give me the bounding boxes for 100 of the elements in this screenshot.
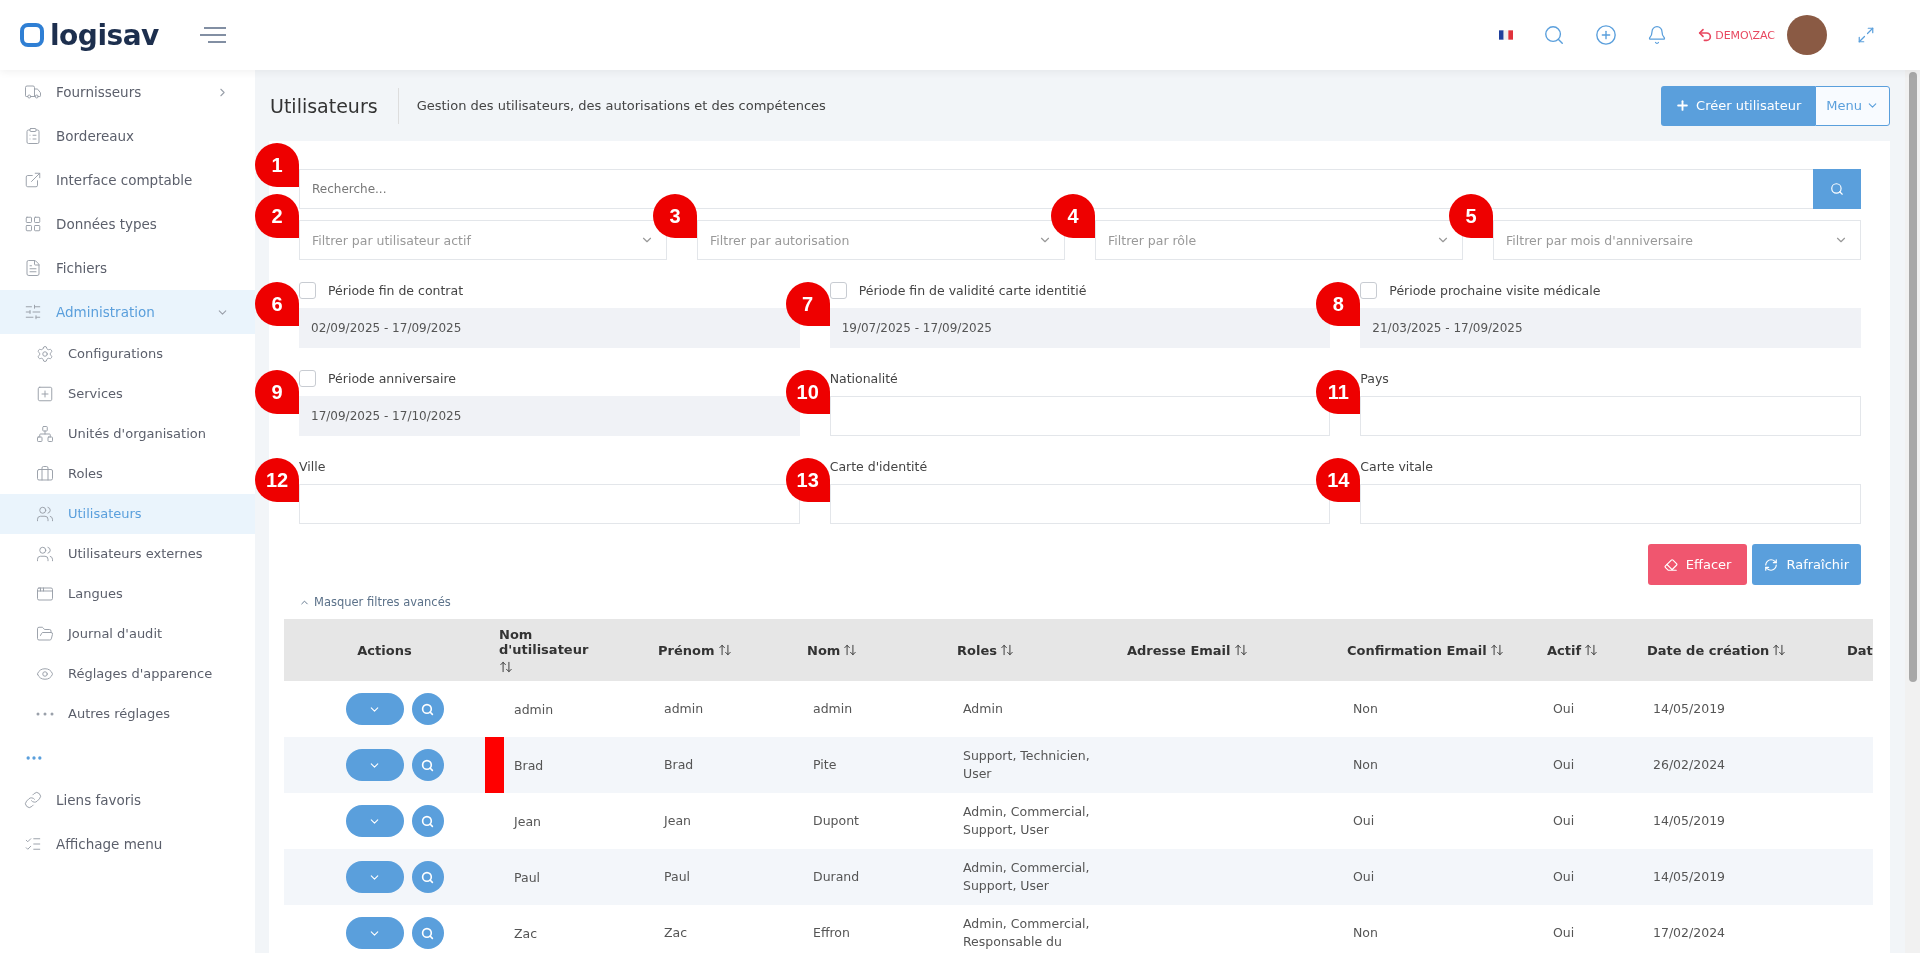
checkbox[interactable] xyxy=(829,281,847,299)
sidebar-subitem[interactable]: Réglages d'apparence xyxy=(0,654,255,694)
column-header[interactable]: Nom xyxy=(807,642,841,658)
view-button[interactable] xyxy=(411,749,444,781)
sidebar-subitem[interactable]: Configurations xyxy=(0,334,255,374)
bell-icon[interactable] xyxy=(1647,25,1668,45)
flag-icon[interactable] xyxy=(1499,30,1514,40)
column-header[interactable]: Confirmation Email xyxy=(1347,642,1487,658)
sort-icon[interactable] xyxy=(1772,643,1787,657)
actions-dropdown-button[interactable] xyxy=(345,749,404,781)
sidebar-subitem[interactable]: Journal d'audit xyxy=(0,614,255,654)
column-header[interactable]: Roles xyxy=(957,642,997,658)
input-field[interactable] xyxy=(1360,484,1861,524)
table-cell: Paul xyxy=(514,869,541,885)
table-cell-text: 14/05/2019 xyxy=(1652,811,1727,830)
sidebar-item[interactable]: Fichiers xyxy=(0,246,255,290)
sidebar-subitem[interactable]: Unités d'organisation xyxy=(0,414,255,454)
eraser-icon xyxy=(1663,557,1678,572)
sidebar-subitem[interactable]: Utilisateurs externes xyxy=(0,534,255,574)
search-button[interactable] xyxy=(1813,169,1861,209)
table-cell-text: Admin, Commercial, Support, User xyxy=(962,858,1091,895)
column-header[interactable]: Nom d'utilisateur xyxy=(499,626,605,657)
field-label: Période anniversaire xyxy=(328,370,457,386)
callout-marker: 3 xyxy=(653,194,697,238)
search-field[interactable]: Recherche... xyxy=(299,169,1813,209)
avatar[interactable] xyxy=(1787,15,1827,55)
date-range-field[interactable]: 19/07/2025 - 17/09/2025 xyxy=(829,308,1331,348)
sort-icon[interactable] xyxy=(717,643,732,657)
add-icon[interactable] xyxy=(1595,24,1618,46)
callout-marker: 12 xyxy=(255,458,299,502)
table-cell-text: Admin, Commercial, Support, User xyxy=(962,802,1091,839)
field-label: Nationalité xyxy=(829,370,898,386)
sidebar-icon xyxy=(24,171,42,189)
clear-button[interactable]: Effacer xyxy=(1647,544,1748,585)
column-header[interactable]: Prénom xyxy=(658,642,715,658)
column-header[interactable]: Actif xyxy=(1547,642,1582,658)
callout-marker: 9 xyxy=(255,370,299,414)
column-header[interactable]: Adresse Email xyxy=(1127,642,1231,658)
view-button[interactable] xyxy=(411,693,444,725)
column-header[interactable]: Dat xyxy=(1847,642,1873,658)
sidebar-subitem[interactable]: Langues xyxy=(0,574,255,614)
date-range-field[interactable]: 02/09/2025 - 17/09/2025 xyxy=(299,308,800,348)
search-icon xyxy=(421,814,434,828)
table-cell-text: Oui xyxy=(1552,699,1576,718)
sidebar-icon xyxy=(36,585,54,603)
hide-filters-link[interactable]: Masquer filtres avancés xyxy=(299,595,451,609)
table-cell-text: 17/02/2024 xyxy=(1652,923,1727,942)
sort-icon[interactable] xyxy=(1489,643,1504,657)
actions-dropdown-button[interactable] xyxy=(345,805,404,837)
sidebar-icon xyxy=(36,465,54,483)
input-field[interactable] xyxy=(1360,396,1861,436)
sidebar-item[interactable]: Bordereaux xyxy=(0,114,255,158)
undo-icon[interactable] xyxy=(1697,27,1714,43)
callout-marker: 1 xyxy=(255,143,299,187)
view-button[interactable] xyxy=(411,917,444,949)
search-icon[interactable] xyxy=(1543,24,1566,46)
sort-icon[interactable] xyxy=(999,643,1014,657)
sort-icon[interactable] xyxy=(843,643,858,657)
sidebar-item[interactable]: Interface comptable xyxy=(0,158,255,202)
sidebar-icon xyxy=(24,127,42,145)
sort-icon[interactable] xyxy=(1584,643,1599,657)
checkbox[interactable] xyxy=(299,281,316,299)
sidebar-item[interactable]: Fournisseurs xyxy=(0,70,255,114)
checkbox[interactable] xyxy=(299,369,316,387)
sidebar-icon xyxy=(36,505,54,523)
callout-marker: 11 xyxy=(1316,370,1361,414)
view-button[interactable] xyxy=(411,861,444,893)
sidebar-icon xyxy=(36,385,54,403)
sort-icon[interactable] xyxy=(1233,643,1248,657)
actions-dropdown-button[interactable] xyxy=(345,861,404,893)
callout-marker: 10 xyxy=(785,370,830,414)
sort-icon[interactable] xyxy=(499,659,513,674)
sidebar-item[interactable]: Liens favoris xyxy=(0,778,255,822)
expand-icon[interactable] xyxy=(1857,26,1875,44)
sidebar-icon xyxy=(24,835,42,853)
sidebar-icon xyxy=(36,712,54,716)
table-cell-text: Admin, Commercial, Responsable du xyxy=(962,914,1091,951)
callout-marker: 7 xyxy=(785,282,830,326)
date-range-field[interactable]: 21/03/2025 - 17/09/2025 xyxy=(1360,308,1861,348)
sidebar-subitem[interactable]: Services xyxy=(0,374,255,414)
field-label: Période fin de validité carte identitié xyxy=(858,282,1087,298)
search-icon xyxy=(421,926,434,940)
table-cell-text: Oui xyxy=(1552,923,1576,942)
menu-icon[interactable] xyxy=(200,26,226,44)
table-cell-text: 26/02/2024 xyxy=(1652,755,1727,774)
column-header[interactable]: Date de création xyxy=(1647,642,1770,658)
callout-marker: 14 xyxy=(1316,458,1361,502)
callout-marker: 4 xyxy=(1051,194,1095,238)
actions-dropdown-button[interactable] xyxy=(345,693,404,725)
sidebar-subitem[interactable]: Roles xyxy=(0,454,255,494)
actions-dropdown-button[interactable] xyxy=(345,917,404,949)
sidebar-icon xyxy=(24,259,42,277)
user-name[interactable]: DEMO\ZAC xyxy=(1715,28,1775,42)
column-header[interactable]: Actions xyxy=(357,642,412,658)
view-button[interactable] xyxy=(411,805,444,837)
input-field[interactable] xyxy=(829,396,1331,436)
sidebar-item[interactable]: Affichage menu xyxy=(0,822,255,866)
checkbox[interactable] xyxy=(1360,281,1378,299)
sidebar-item[interactable]: Données types xyxy=(0,202,255,246)
sidebar-subitem[interactable]: Autres réglages xyxy=(0,694,255,734)
